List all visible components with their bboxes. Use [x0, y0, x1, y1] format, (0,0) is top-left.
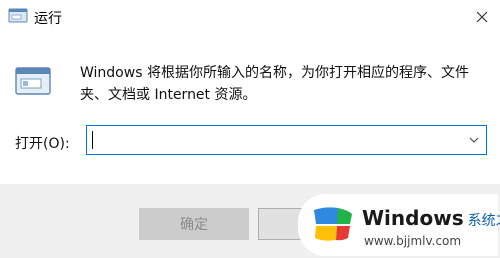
watermark-brand: Windows — [362, 206, 464, 230]
close-button[interactable] — [464, 0, 500, 34]
dialog-content: Windows 将根据你所输入的名称，为你打开相应的程序、文件夹、文档或 Int… — [0, 34, 500, 184]
window-title: 运行 — [34, 11, 62, 27]
watermark-brand-suffix: 系统之家 — [467, 213, 500, 229]
watermark: Windows系统之家 www.bjjmlv.com — [298, 194, 500, 256]
run-app-icon — [15, 67, 51, 95]
watermark-url: www.bjjmlv.com — [364, 234, 462, 248]
open-label: 打开(O): — [15, 136, 70, 152]
open-combobox[interactable] — [86, 125, 487, 155]
close-icon — [476, 11, 488, 23]
ok-button[interactable]: 确定 — [139, 208, 249, 240]
run-dialog-icon — [8, 8, 28, 23]
open-input[interactable] — [93, 131, 453, 149]
description-text: Windows 将根据你所输入的名称，为你打开相应的程序、文件夹、文档或 Int… — [80, 65, 469, 103]
watermark-title: Windows系统之家 — [362, 206, 500, 230]
title-bar: 运行 — [0, 0, 500, 34]
chevron-down-icon[interactable] — [468, 134, 480, 146]
windows-logo-icon — [314, 207, 352, 241]
